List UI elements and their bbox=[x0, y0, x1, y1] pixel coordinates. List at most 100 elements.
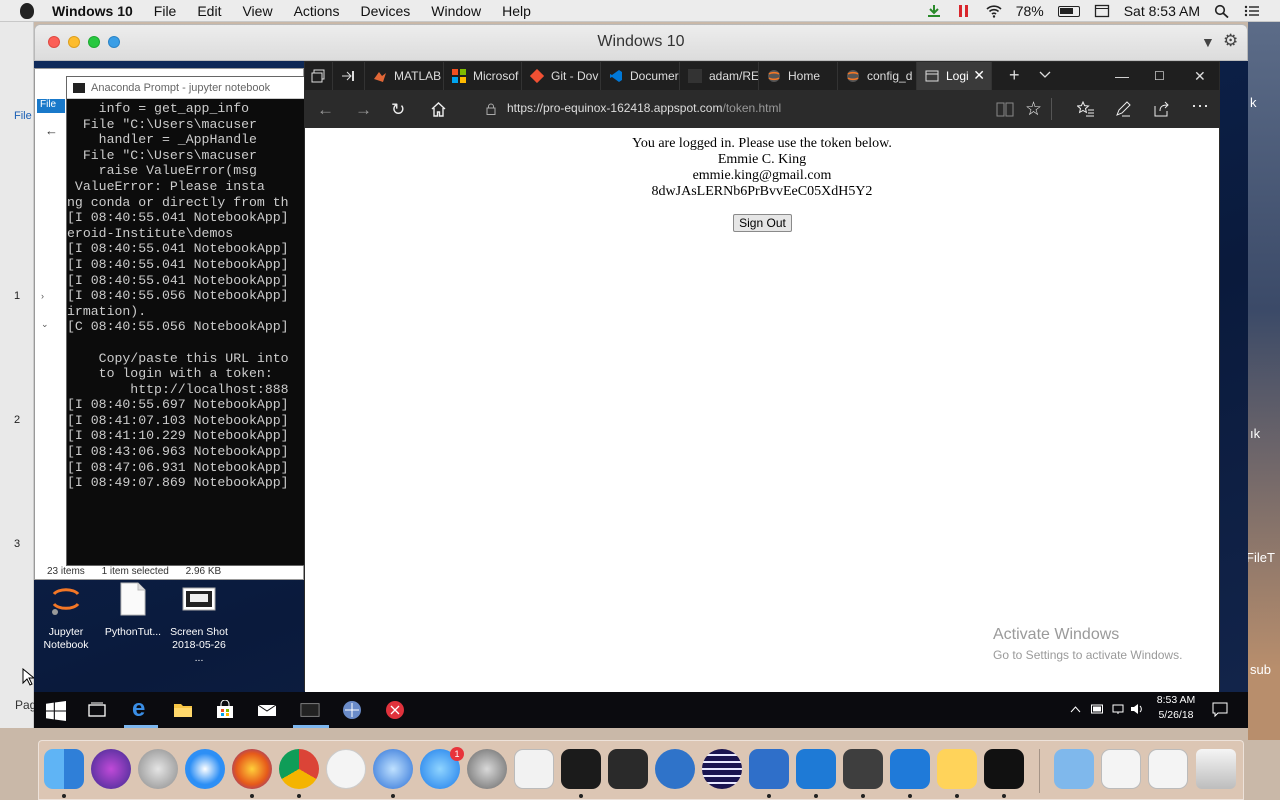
console-output[interactable]: info = get_app_info File "C:\Users\macus… bbox=[67, 99, 305, 491]
applications-folder-icon[interactable] bbox=[1054, 749, 1094, 789]
parallels-vm-icon[interactable] bbox=[749, 749, 789, 789]
vm-titlebar[interactable]: Windows 10 ▼ ⚙ bbox=[35, 25, 1247, 61]
safari-compass-icon[interactable] bbox=[185, 749, 225, 789]
chevron-down-icon[interactable]: ▼ bbox=[1201, 34, 1215, 50]
wifi-icon[interactable] bbox=[986, 4, 1002, 18]
tab-overview-icon[interactable] bbox=[305, 62, 333, 90]
store-icon[interactable] bbox=[215, 700, 235, 720]
share-icon[interactable] bbox=[1153, 101, 1170, 117]
menu-edit[interactable]: Edit bbox=[197, 3, 221, 19]
start-windows-icon[interactable] bbox=[46, 701, 66, 721]
chrome-icon[interactable] bbox=[279, 749, 319, 789]
auth-token[interactable]: 8dwJAsLERNb6PrBvvEeC05XdH5Y2 bbox=[305, 184, 1219, 200]
red-app-icon[interactable] bbox=[385, 700, 405, 720]
anaconda-prompt-window[interactable]: Anaconda Prompt - jupyter notebook info … bbox=[66, 76, 306, 566]
url-text[interactable]: https://pro-equinox-162418.appspot.com/t… bbox=[507, 101, 781, 115]
unity-icon[interactable] bbox=[514, 749, 554, 789]
action-center-icon[interactable] bbox=[1212, 702, 1228, 718]
favorites-hub-icon[interactable] bbox=[1077, 101, 1095, 117]
explorer-file-tab[interactable]: File bbox=[37, 99, 65, 113]
tab-config[interactable]: config_d bbox=[838, 62, 917, 90]
refresh-icon[interactable]: ↻ bbox=[391, 100, 405, 120]
finder-icon[interactable] bbox=[44, 749, 84, 789]
windows-vm-icon[interactable] bbox=[796, 749, 836, 789]
firefox-icon[interactable] bbox=[232, 749, 272, 789]
show-hidden-icons-chevron[interactable] bbox=[1070, 702, 1081, 716]
desktop-icon-jupyter[interactable]: Jupyter Notebook bbox=[34, 582, 98, 652]
tab-github[interactable]: adam/RE bbox=[680, 62, 759, 90]
terminal-icon[interactable] bbox=[561, 749, 601, 789]
menu-actions[interactable]: Actions bbox=[294, 3, 340, 19]
desktop-icon-screenshot[interactable]: Screen Shot 2018-05-26 ... bbox=[167, 582, 231, 665]
downloads-stack-icon[interactable] bbox=[1101, 749, 1141, 789]
edge-vm-app-icon[interactable] bbox=[890, 749, 930, 789]
tab-microsoft[interactable]: Microsof bbox=[444, 62, 522, 90]
back-arrow-icon[interactable]: ← bbox=[45, 123, 58, 138]
apple-icon[interactable] bbox=[20, 2, 34, 19]
mu-editor-icon[interactable] bbox=[326, 749, 366, 789]
maximize-window-button[interactable]: ☐ bbox=[1154, 69, 1165, 83]
chevron-down-icon[interactable]: ⌄ bbox=[41, 319, 49, 330]
tab-jupyter-home[interactable]: Home bbox=[759, 62, 838, 90]
tab-matlab[interactable]: MATLAB bbox=[365, 62, 444, 90]
console-vm-app-icon[interactable] bbox=[984, 749, 1024, 789]
compass-app-icon[interactable] bbox=[342, 700, 362, 720]
trash-icon[interactable] bbox=[1196, 749, 1236, 789]
notification-list-icon[interactable] bbox=[1244, 4, 1260, 18]
volume-tray-icon[interactable] bbox=[1130, 703, 1144, 715]
chevron-right-icon[interactable]: › bbox=[41, 291, 44, 301]
menu-help[interactable]: Help bbox=[502, 3, 531, 19]
spotlight-search-icon[interactable] bbox=[1214, 4, 1230, 18]
more-actions-icon[interactable]: ⋯ bbox=[1191, 96, 1209, 117]
minimize-window-button[interactable]: — bbox=[1115, 68, 1129, 84]
system-preferences-gear-icon[interactable] bbox=[467, 749, 507, 789]
battery-icon[interactable] bbox=[1057, 5, 1080, 17]
menu-window[interactable]: Window bbox=[431, 3, 481, 19]
desktop-icon-pythontut[interactable]: PythonTut... bbox=[101, 582, 165, 639]
anaconda-titlebar[interactable]: Anaconda Prompt - jupyter notebook bbox=[67, 77, 305, 99]
explorer-vm-app-icon[interactable] bbox=[937, 749, 977, 789]
launchpad-rocket-icon[interactable] bbox=[138, 749, 178, 789]
close-tab-icon[interactable]: ✕ bbox=[973, 67, 985, 84]
network-tray-icon[interactable] bbox=[1112, 703, 1124, 715]
mail-bird-icon[interactable] bbox=[373, 749, 413, 789]
tab-git[interactable]: Git - Dov bbox=[522, 62, 601, 90]
location-app-icon[interactable] bbox=[655, 749, 695, 789]
back-icon[interactable]: ← bbox=[317, 100, 334, 120]
documents-stack-icon[interactable] bbox=[1148, 749, 1188, 789]
kindle-reader-icon[interactable] bbox=[608, 749, 648, 789]
wallpaper-label: k bbox=[1250, 95, 1257, 110]
tab-preview-chevron-icon[interactable] bbox=[1039, 70, 1051, 83]
task-view-icon[interactable] bbox=[87, 700, 107, 720]
menu-view[interactable]: View bbox=[242, 3, 272, 19]
parallels-icon[interactable] bbox=[956, 4, 972, 18]
sublime-text-icon[interactable] bbox=[843, 749, 883, 789]
forward-icon[interactable]: → bbox=[355, 100, 372, 120]
taskbar-clock[interactable]: 8:53 AM 5/26/18 bbox=[1152, 694, 1200, 721]
close-window-button[interactable]: ✕ bbox=[1194, 68, 1206, 85]
menu-devices[interactable]: Devices bbox=[360, 3, 410, 19]
address-bar[interactable]: https://pro-equinox-162418.appspot.com/t… bbox=[470, 95, 970, 123]
tab-login-active[interactable]: Logi ✕ bbox=[917, 62, 992, 90]
web-note-pen-icon[interactable] bbox=[1115, 101, 1131, 117]
new-tab-button[interactable]: + bbox=[1009, 65, 1020, 86]
menu-file[interactable]: File bbox=[154, 3, 177, 19]
menubar-clock[interactable]: Sat 8:53 AM bbox=[1124, 3, 1200, 19]
download-icon[interactable] bbox=[926, 4, 942, 18]
file-explorer-icon[interactable] bbox=[173, 700, 193, 720]
home-icon[interactable] bbox=[430, 101, 447, 117]
calendar-icon[interactable] bbox=[1094, 4, 1110, 18]
tab-documentation[interactable]: Documer bbox=[601, 62, 680, 90]
edge-browser-icon[interactable]: e bbox=[132, 695, 152, 722]
siri-icon[interactable] bbox=[91, 749, 131, 789]
sign-out-button[interactable]: Sign Out bbox=[733, 214, 792, 232]
favorite-star-icon[interactable]: ☆ bbox=[1025, 98, 1042, 121]
battery-tray-icon[interactable] bbox=[1091, 704, 1105, 714]
mail-icon[interactable] bbox=[257, 700, 277, 720]
set-tabs-aside-icon[interactable] bbox=[333, 62, 365, 90]
gear-icon[interactable]: ⚙ bbox=[1223, 31, 1238, 51]
eclipse-icon[interactable] bbox=[702, 749, 742, 789]
reading-view-icon[interactable] bbox=[996, 101, 1014, 117]
anaconda-prompt-taskbar-icon[interactable] bbox=[300, 700, 320, 720]
menu-app-name[interactable]: Windows 10 bbox=[52, 3, 133, 19]
